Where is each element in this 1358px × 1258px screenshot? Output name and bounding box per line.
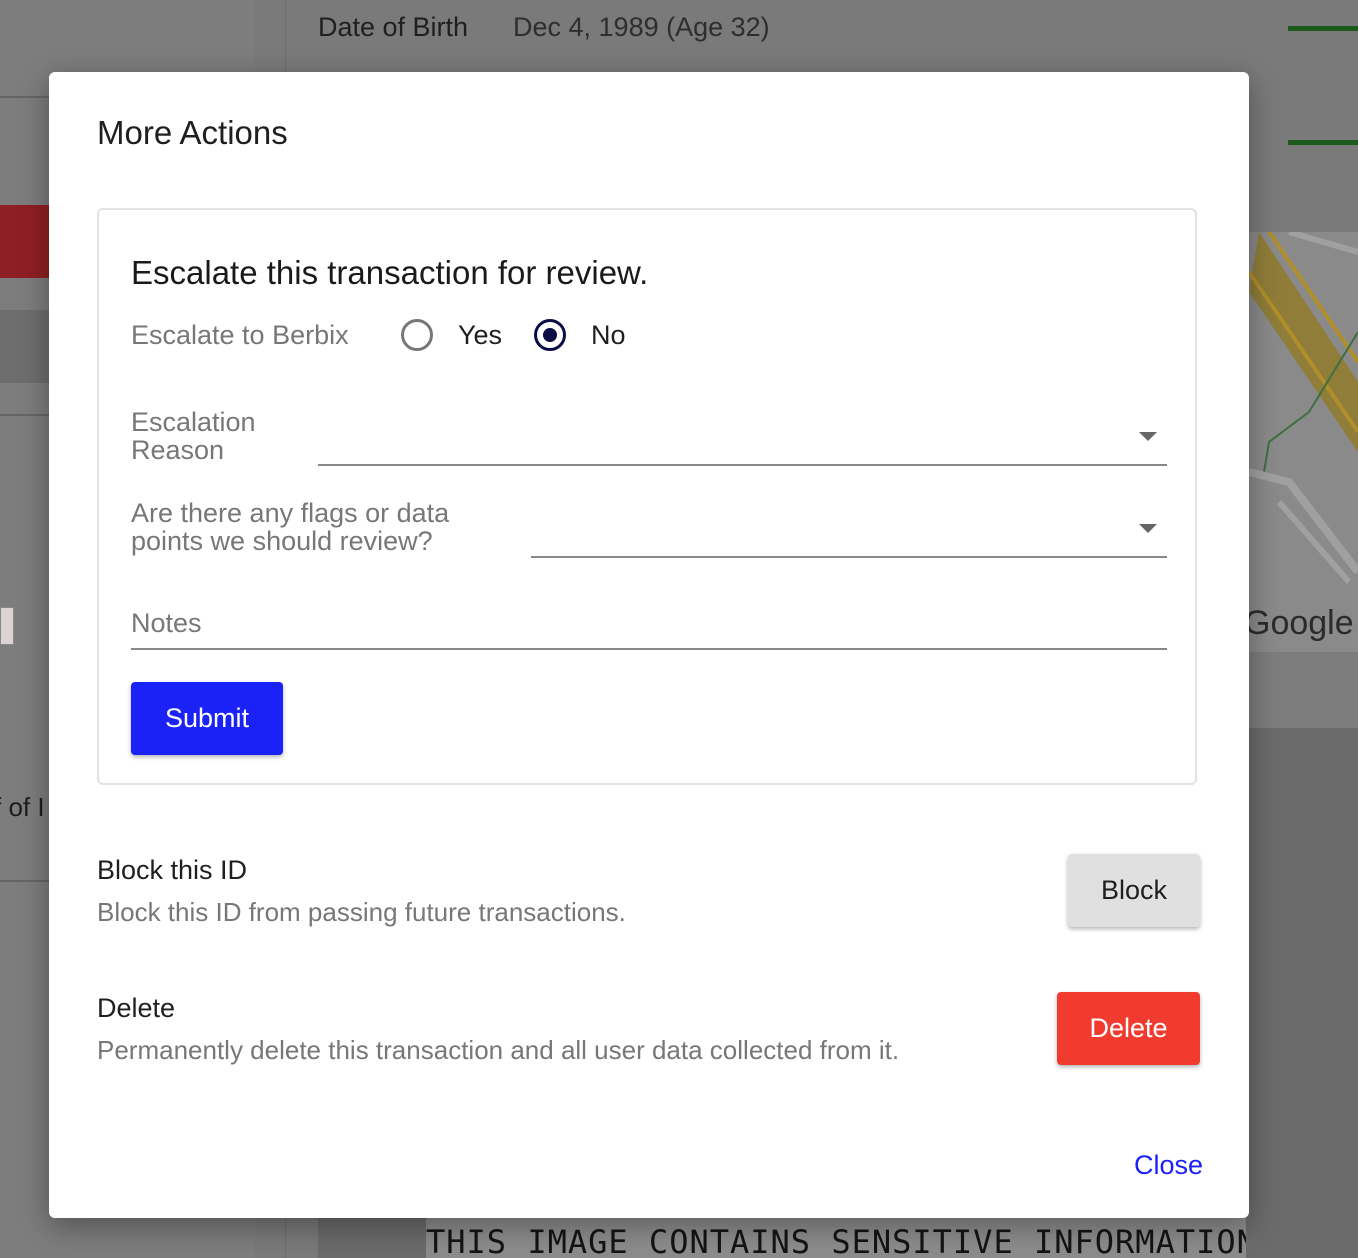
radio-yes[interactable] [401, 319, 433, 351]
status-indicator [1288, 140, 1358, 145]
map-roads-graphic [1249, 232, 1358, 584]
notes-input[interactable] [131, 598, 1167, 650]
background-divider [0, 96, 49, 98]
flags-label: Are there any flags or data points we sh… [131, 499, 449, 555]
flags-label-line2: points we should review? [131, 526, 433, 556]
block-description: Block this ID from passing future transa… [97, 897, 626, 927]
submit-button[interactable]: Submit [131, 682, 283, 755]
more-actions-dialog: More Actions Escalate this transaction f… [49, 72, 1249, 1218]
escalation-reason-label-line1: Escalation [131, 407, 256, 437]
map-attribution: Google [1244, 604, 1354, 642]
block-title: Block this ID [97, 855, 248, 885]
status-indicator [1288, 26, 1358, 31]
dob-value: Dec 4, 1989 (Age 32) [513, 12, 770, 42]
flags-label-line1: Are there any flags or data [131, 498, 450, 528]
radio-no-label[interactable]: No [591, 320, 626, 351]
radio-no[interactable] [534, 319, 567, 351]
delete-title: Delete [97, 993, 176, 1023]
dob-label: Date of Birth [318, 12, 469, 42]
map-view [1249, 232, 1358, 652]
background-input [0, 607, 14, 645]
escalation-reason-select[interactable] [318, 400, 1167, 466]
chevron-down-icon [1139, 432, 1157, 441]
map-footer [1249, 652, 1358, 728]
background-partial-text: f of I [0, 792, 45, 822]
escalate-to-label: Escalate to Berbix [131, 320, 349, 350]
escalation-reason-label-line2: Reason [131, 435, 225, 465]
background-bar [0, 310, 49, 383]
delete-description: Permanently delete this transaction and … [97, 1035, 900, 1065]
dialog-title: More Actions [97, 114, 288, 151]
chevron-down-icon [1139, 524, 1157, 533]
escalation-reason-label: Escalation Reason [131, 408, 256, 464]
sensitive-banner: THIS IMAGE CONTAINS SENSITIVE INFORMATIO… [426, 1218, 1246, 1258]
background-divider [0, 414, 49, 416]
delete-button[interactable]: Delete [1057, 992, 1200, 1065]
escalate-card: Escalate this transaction for review. Es… [97, 208, 1197, 785]
escalate-heading: Escalate this transaction for review. [131, 254, 649, 291]
flags-select[interactable] [531, 492, 1167, 558]
radio-yes-label[interactable]: Yes [458, 320, 502, 351]
block-button[interactable]: Block [1068, 854, 1200, 927]
background-action-button: t [0, 205, 49, 278]
escalate-radio-group: Yes No [401, 319, 658, 351]
background-divider [0, 880, 49, 882]
close-button[interactable]: Close [1134, 1150, 1203, 1181]
